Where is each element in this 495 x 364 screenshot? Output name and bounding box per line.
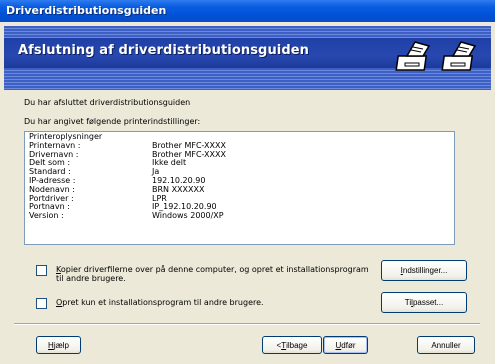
list-row: Portdriver : LPR xyxy=(29,194,454,204)
title-bar[interactable]: Driverdistributionsguiden xyxy=(0,0,495,22)
list-row: Delt som : Ikke delt xyxy=(29,159,454,168)
printer-info-list[interactable]: Printeroplysninger Printernavn : Brother … xyxy=(24,131,455,245)
copy-files-checkbox[interactable] xyxy=(36,265,47,276)
copy-files-label: Kopier driverfilerne over på denne compu… xyxy=(56,265,369,283)
row-key: Version : xyxy=(29,211,64,221)
list-row: Standard : Ja xyxy=(29,167,454,177)
cancel-button[interactable]: Annuller xyxy=(417,336,475,354)
finished-text: Du har afsluttet driverdistributionsguid… xyxy=(24,98,191,107)
row-value: Windows 2000/XP xyxy=(152,211,224,221)
list-row: Nodenavn : BRN XXXXXX xyxy=(29,185,454,195)
printer-icon xyxy=(395,41,431,71)
list-row: Printernavn : Brother MFC-XXXX xyxy=(29,141,454,151)
wizard-window: Driverdistributionsguiden Afslutning af … xyxy=(0,0,495,364)
list-row: Portnavn : IP_192.10.20.90 xyxy=(29,203,454,212)
installer-only-label: Opret kun et installationsprogram til an… xyxy=(56,298,264,307)
list-row: Drivernavn : Brother MFC-XXXX xyxy=(29,150,454,160)
installer-only-option[interactable]: Opret kun et installationsprogram til an… xyxy=(36,298,264,309)
back-button[interactable]: < Tilbage xyxy=(262,336,322,354)
custom-button[interactable]: Ti l passet... xyxy=(381,292,467,313)
list-rows: Printernavn : Brother MFC-XXXX Drivernavn … xyxy=(29,141,454,221)
settings-intro: Du har angivet følgende printerindstilli… xyxy=(24,117,201,126)
list-row: IP-adresse :192.10.20.90 xyxy=(29,176,454,186)
list-row: Version : Windows 2000/XP xyxy=(29,211,454,221)
footer-separator xyxy=(14,323,480,325)
help-button[interactable]: Hjælp xyxy=(36,336,81,354)
banner-heading: Afslutning af driverdistributionsguiden xyxy=(18,43,310,58)
installer-only-checkbox[interactable] xyxy=(36,298,47,309)
list-heading: Printeroplysninger xyxy=(29,132,103,141)
copy-files-option[interactable]: Kopier driverfilerne over på denne compu… xyxy=(36,265,369,283)
banner: Afslutning af driverdistributionsguiden xyxy=(4,26,491,90)
printer-icon xyxy=(441,41,477,71)
finish-button[interactable]: Udfør xyxy=(323,336,368,354)
window-title: Driverdistributionsguiden xyxy=(6,4,167,17)
settings-button[interactable]: Indstillinger... xyxy=(381,260,467,281)
banner-icons xyxy=(395,36,481,76)
